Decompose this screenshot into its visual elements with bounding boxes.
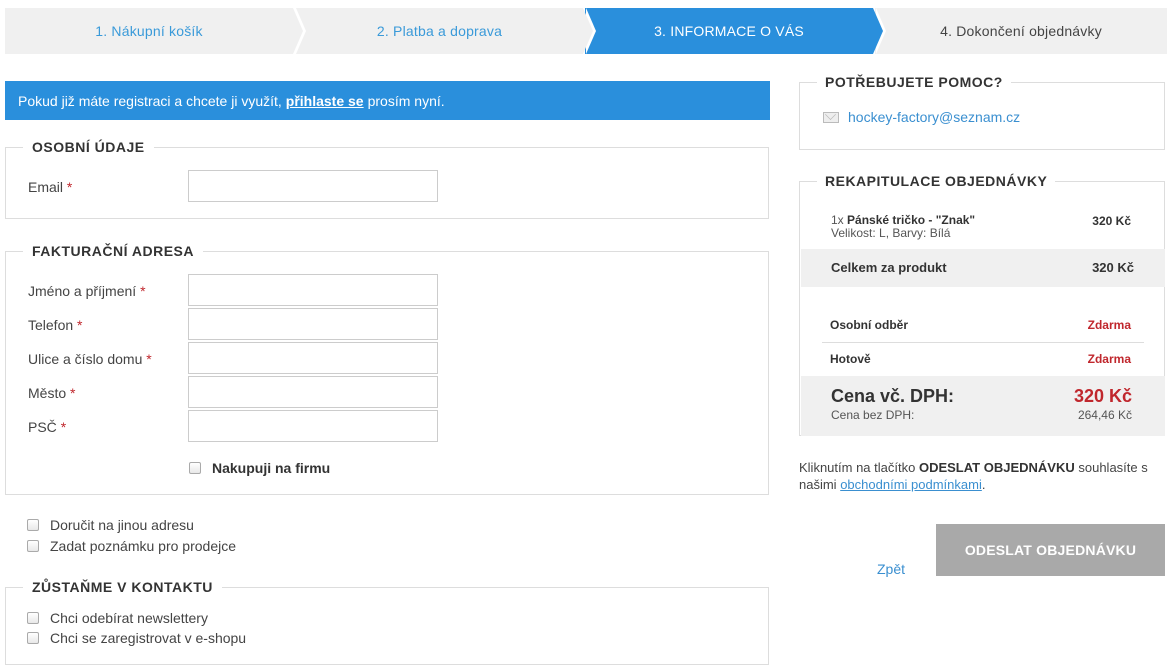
help-box: POTŘEBUJETE POMOC? hockey-factory@seznam…: [799, 74, 1165, 150]
name-label: Jméno a příjmení *: [28, 283, 146, 299]
stay-in-touch-legend: ZŮSTAŇME V KONTAKTU: [23, 579, 222, 595]
company-purchase-row[interactable]: Nakupuji na firmu: [189, 460, 330, 476]
step-info-label: 3. INFORMACE O VÁS: [654, 23, 804, 39]
help-email-link[interactable]: hockey-factory@seznam.cz: [848, 109, 1020, 125]
stay-in-touch-section: ZŮSTAŇME V KONTAKTU Chci odebírat newsle…: [5, 579, 769, 665]
step-payment-label: 2. Platba a doprava: [376, 23, 503, 39]
summary-item: 1x Pánské tričko - "Znak" Velikost: L, B…: [831, 214, 975, 240]
help-legend: POTŘEBUJETE POMOC?: [817, 74, 1011, 90]
shipping-label: Osobní odběr: [830, 318, 908, 332]
name-input[interactable]: [188, 274, 438, 306]
submit-order-button[interactable]: ODESLAT OBJEDNÁVKU: [936, 524, 1165, 576]
phone-label: Telefon *: [28, 317, 83, 333]
product-total-row: Celkem za produkt 320 Kč: [801, 249, 1165, 287]
envelope-icon: [823, 111, 839, 123]
register-row[interactable]: Chci se zaregistrovat v e-shopu: [27, 630, 246, 646]
other-address-row[interactable]: Doručit na jinou adresu: [27, 517, 194, 533]
step-cart-label: 1. Nákupní košík: [95, 23, 203, 39]
back-link[interactable]: Zpět: [877, 561, 905, 577]
newsletter-row[interactable]: Chci odebírat newslettery: [27, 610, 208, 626]
shipping-value: Zdarma: [1087, 318, 1131, 332]
seller-note-row[interactable]: Zadat poznámku pro prodejce: [27, 538, 236, 554]
register-checkbox[interactable]: [27, 632, 39, 644]
other-address-label: Doručit na jinou adresu: [50, 517, 194, 533]
seller-note-label: Zadat poznámku pro prodejce: [50, 538, 236, 554]
order-summary-box: REKAPITULACE OBJEDNÁVKY 1x Pánské tričko…: [799, 173, 1165, 436]
newsletter-checkbox[interactable]: [27, 612, 39, 624]
step-info-active: 3. INFORMACE O VÁS: [585, 8, 886, 54]
newsletter-label: Chci odebírat newslettery: [50, 610, 208, 626]
total-label: Cena vč. DPH:: [831, 386, 955, 406]
step-cart[interactable]: 1. Nákupní košík: [5, 8, 306, 54]
login-link[interactable]: přihlaste se: [286, 93, 364, 109]
step-completion: 4. Dokončení objednávky: [875, 8, 1167, 54]
personal-info-legend: OSOBNÍ ÚDAJE: [23, 139, 154, 155]
billing-address-section: FAKTURAČNÍ ADRESA Jméno a příjmení * Tel…: [5, 243, 769, 495]
zip-label: PSČ *: [28, 419, 67, 435]
terms-button-ref: ODESLAT OBJEDNÁVKU: [918, 460, 1075, 475]
summary-divider: [822, 342, 1144, 343]
login-banner: Pokud již máte registraci a chcete ji vy…: [5, 81, 770, 120]
personal-info-section: OSOBNÍ ÚDAJE Email *: [5, 139, 769, 219]
terms-link[interactable]: obchodními podmínkami: [840, 477, 982, 492]
city-input[interactable]: [188, 376, 438, 408]
item-qty: 1x: [831, 213, 844, 227]
street-input[interactable]: [188, 342, 438, 374]
step-completion-label: 4. Dokončení objednávky: [940, 23, 1102, 39]
email-input[interactable]: [188, 170, 438, 202]
payment-value: Zdarma: [1087, 352, 1131, 366]
product-total-label: Celkem za produkt: [831, 260, 947, 275]
billing-address-legend: FAKTURAČNÍ ADRESA: [23, 243, 203, 259]
terms-text: Kliknutím na tlačítko ODESLAT OBJEDNÁVKU…: [799, 460, 1148, 492]
item-price: 320 Kč: [1092, 214, 1131, 228]
help-email-row[interactable]: hockey-factory@seznam.cz: [823, 109, 1020, 125]
total-value: 320 Kč: [1073, 386, 1132, 406]
banner-suffix: prosím nyní.: [367, 92, 445, 109]
register-label: Chci se zaregistrovat v e-shopu: [50, 630, 247, 646]
checkout-steps: 1. Nákupní košík 2. Platba a doprava 3. …: [5, 8, 1167, 54]
company-checkbox-label: Nakupuji na firmu: [212, 460, 331, 476]
street-label: Ulice a číslo domu *: [28, 351, 152, 367]
total-novat-value: 264,46 Kč: [1077, 408, 1132, 422]
company-checkbox[interactable]: [189, 462, 201, 474]
phone-input[interactable]: [188, 308, 438, 340]
item-variant: Velikost: L, Barvy: Bílá: [831, 226, 951, 240]
total-novat-label: Cena bez DPH:: [831, 408, 915, 422]
grand-total-row: Cena vč. DPH: 320 Kč Cena bez DPH: 264,4…: [801, 376, 1165, 436]
product-total-value: 320 Kč: [1092, 260, 1134, 275]
order-summary-legend: REKAPITULACE OBJEDNÁVKY: [817, 173, 1056, 189]
item-name: Pánské tričko - "Znak": [847, 213, 976, 227]
email-label: Email *: [28, 179, 73, 195]
payment-label: Hotově: [830, 352, 871, 366]
step-payment-shipping[interactable]: 2. Platba a doprava: [296, 8, 596, 54]
zip-input[interactable]: [188, 410, 438, 442]
city-label: Město *: [28, 385, 76, 401]
other-address-checkbox[interactable]: [27, 519, 39, 531]
banner-prefix: Pokud již máte registraci a chcete ji vy…: [18, 92, 282, 109]
seller-note-checkbox[interactable]: [27, 540, 39, 552]
